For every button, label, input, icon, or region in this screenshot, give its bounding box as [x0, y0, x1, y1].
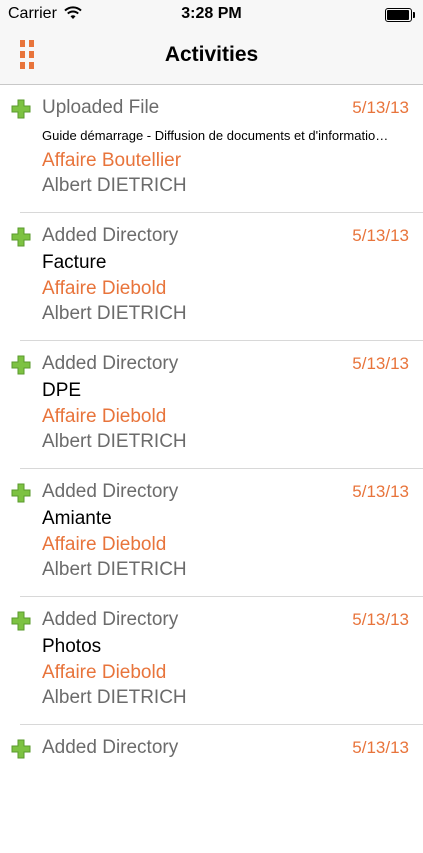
activity-row[interactable]: Added Directory 5/13/13 [0, 725, 423, 853]
activity-person: Albert DIETRICH [42, 431, 187, 452]
activity-list: Uploaded File 5/13/13 Guide démarrage - … [0, 85, 423, 853]
activity-row[interactable]: Added Directory 5/13/13 Photos Affaire D… [0, 597, 423, 725]
activity-affaire[interactable]: Affaire Boutellier [42, 150, 181, 172]
activity-date: 5/13/13 [352, 482, 409, 501]
activity-action: Added Directory [42, 609, 179, 630]
plus-icon [11, 483, 31, 503]
activity-item: Photos [42, 636, 102, 657]
activity-date: 5/13/13 [352, 738, 409, 757]
status-bar: Carrier 3:28 PM [0, 0, 423, 30]
activity-date: 5/13/13 [352, 226, 409, 245]
activity-row[interactable]: Added Directory 5/13/13 Facture Affaire … [0, 213, 423, 341]
activity-person: Albert DIETRICH [42, 687, 187, 708]
activity-row[interactable]: Added Directory 5/13/13 DPE Affaire Dieb… [0, 341, 423, 469]
battery-icon [385, 8, 415, 22]
plus-icon [11, 739, 31, 759]
activity-affaire[interactable]: Affaire Diebold [42, 278, 166, 300]
activity-affaire[interactable]: Affaire Diebold [42, 662, 166, 684]
navigation-header: Carrier 3:28 PM Activities [0, 0, 423, 85]
activity-row[interactable]: Uploaded File 5/13/13 Guide démarrage - … [0, 85, 423, 213]
activity-affaire[interactable]: Affaire Diebold [42, 534, 166, 556]
activity-person: Albert DIETRICH [42, 175, 187, 196]
activity-date: 5/13/13 [352, 354, 409, 373]
activity-action: Added Directory [42, 353, 179, 374]
activity-person: Albert DIETRICH [42, 559, 187, 580]
activity-item: Amiante [42, 508, 112, 529]
plus-icon [11, 355, 31, 375]
activity-date: 5/13/13 [352, 98, 409, 117]
page-title: Activities [164, 43, 259, 66]
activity-action: Added Directory [42, 225, 179, 246]
activity-person: Albert DIETRICH [42, 303, 187, 324]
plus-icon [11, 99, 31, 119]
activity-date: 5/13/13 [352, 610, 409, 629]
activity-row[interactable]: Added Directory 5/13/13 Amiante Affaire … [0, 469, 423, 597]
activity-action: Added Directory [42, 481, 179, 502]
activity-item: Guide démarrage - Diffusion de documents… [42, 128, 389, 143]
activity-affaire[interactable]: Affaire Diebold [42, 406, 166, 428]
activity-action: Added Directory [42, 737, 179, 758]
activity-item: Facture [42, 252, 107, 273]
activity-item: DPE [42, 380, 82, 401]
clock: 3:28 PM [181, 5, 242, 22]
activity-action: Uploaded File [42, 97, 160, 118]
plus-icon [11, 611, 31, 631]
plus-icon [11, 227, 31, 247]
